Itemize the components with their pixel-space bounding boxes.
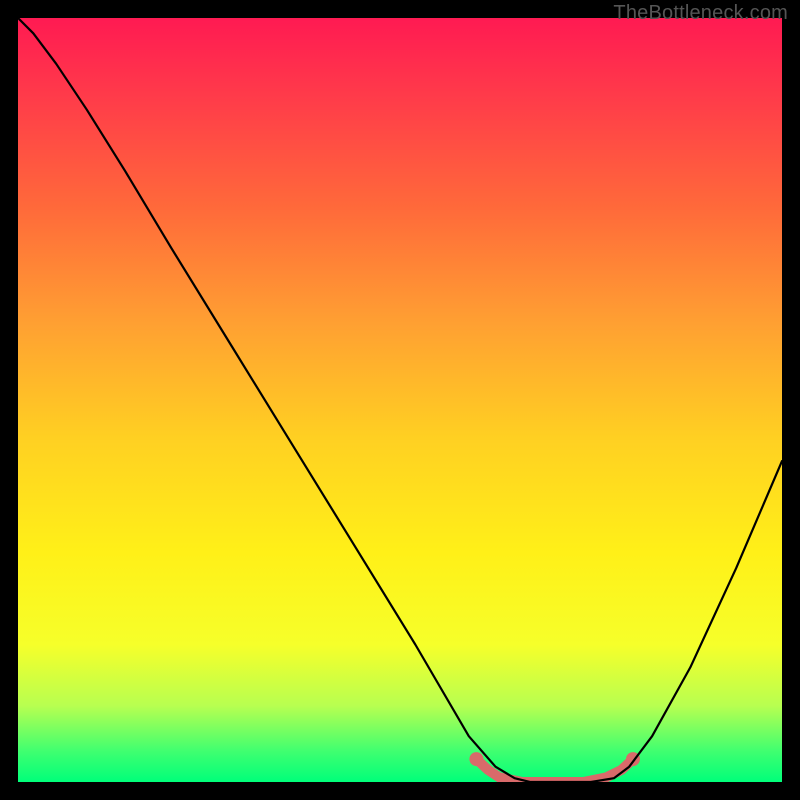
chart-frame: TheBottleneck.com [0,0,800,800]
tolerance-dot [469,752,483,766]
tolerance-dots [469,752,640,766]
plot-area [18,18,782,782]
bottleneck-curve-path [18,18,782,782]
watermark-text: TheBottleneck.com [613,2,788,25]
curve-layer [18,18,782,782]
